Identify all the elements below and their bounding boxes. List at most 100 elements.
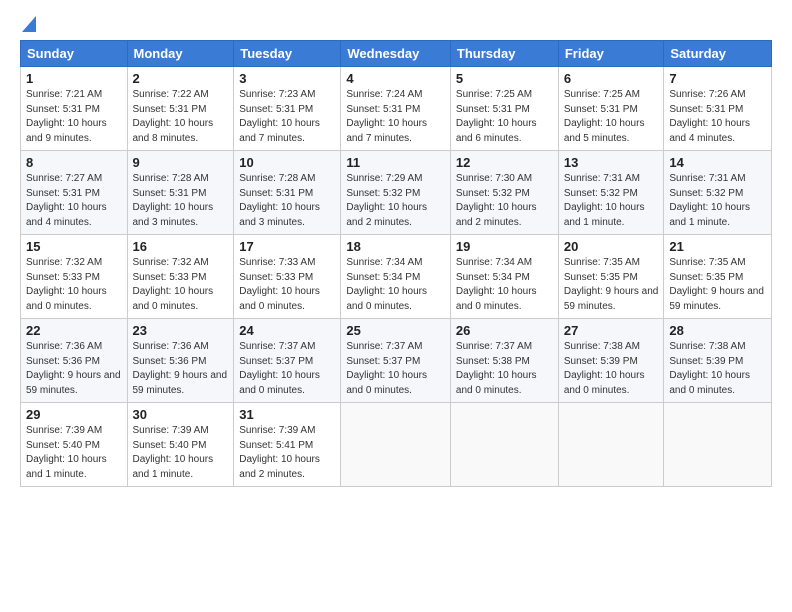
- calendar-cell: 25 Sunrise: 7:37 AMSunset: 5:37 PMDaylig…: [341, 319, 451, 403]
- sunrise-info: Sunrise: 7:23 AMSunset: 5:31 PMDaylight:…: [239, 89, 320, 144]
- calendar-cell: 31 Sunrise: 7:39 AMSunset: 5:41 PMDaylig…: [234, 403, 341, 487]
- day-number: 1: [26, 71, 122, 86]
- sunrise-info: Sunrise: 7:33 AMSunset: 5:33 PMDaylight:…: [239, 257, 320, 312]
- calendar-cell: 13 Sunrise: 7:31 AMSunset: 5:32 PMDaylig…: [558, 151, 664, 235]
- calendar-cell: 29 Sunrise: 7:39 AMSunset: 5:40 PMDaylig…: [21, 403, 128, 487]
- sunrise-info: Sunrise: 7:25 AMSunset: 5:31 PMDaylight:…: [456, 89, 537, 144]
- day-number: 23: [133, 323, 229, 338]
- calendar-cell: 19 Sunrise: 7:34 AMSunset: 5:34 PMDaylig…: [450, 235, 558, 319]
- sunrise-info: Sunrise: 7:28 AMSunset: 5:31 PMDaylight:…: [133, 173, 214, 228]
- calendar-cell: [664, 403, 772, 487]
- calendar-cell: 20 Sunrise: 7:35 AMSunset: 5:35 PMDaylig…: [558, 235, 664, 319]
- calendar-cell: 7 Sunrise: 7:26 AMSunset: 5:31 PMDayligh…: [664, 67, 772, 151]
- logo: [20, 16, 36, 34]
- day-number: 14: [669, 155, 766, 170]
- sunrise-info: Sunrise: 7:30 AMSunset: 5:32 PMDaylight:…: [456, 173, 537, 228]
- sunrise-info: Sunrise: 7:24 AMSunset: 5:31 PMDaylight:…: [346, 89, 427, 144]
- sunrise-info: Sunrise: 7:36 AMSunset: 5:36 PMDaylight:…: [133, 341, 228, 396]
- sunrise-info: Sunrise: 7:28 AMSunset: 5:31 PMDaylight:…: [239, 173, 320, 228]
- calendar-cell: [558, 403, 664, 487]
- logo-triangle-icon: [22, 16, 36, 32]
- calendar-cell: 9 Sunrise: 7:28 AMSunset: 5:31 PMDayligh…: [127, 151, 234, 235]
- weekday-header-saturday: Saturday: [664, 41, 772, 67]
- calendar-cell: 5 Sunrise: 7:25 AMSunset: 5:31 PMDayligh…: [450, 67, 558, 151]
- day-number: 15: [26, 239, 122, 254]
- calendar-cell: 17 Sunrise: 7:33 AMSunset: 5:33 PMDaylig…: [234, 235, 341, 319]
- weekday-header-monday: Monday: [127, 41, 234, 67]
- sunrise-info: Sunrise: 7:35 AMSunset: 5:35 PMDaylight:…: [564, 257, 659, 312]
- calendar-cell: 26 Sunrise: 7:37 AMSunset: 5:38 PMDaylig…: [450, 319, 558, 403]
- day-number: 2: [133, 71, 229, 86]
- calendar-cell: 16 Sunrise: 7:32 AMSunset: 5:33 PMDaylig…: [127, 235, 234, 319]
- calendar-page: SundayMondayTuesdayWednesdayThursdayFrid…: [0, 0, 792, 612]
- day-number: 28: [669, 323, 766, 338]
- day-number: 20: [564, 239, 659, 254]
- calendar-cell: 2 Sunrise: 7:22 AMSunset: 5:31 PMDayligh…: [127, 67, 234, 151]
- calendar-cell: 28 Sunrise: 7:38 AMSunset: 5:39 PMDaylig…: [664, 319, 772, 403]
- day-number: 3: [239, 71, 335, 86]
- sunrise-info: Sunrise: 7:27 AMSunset: 5:31 PMDaylight:…: [26, 173, 107, 228]
- day-number: 27: [564, 323, 659, 338]
- day-number: 30: [133, 407, 229, 422]
- calendar-week-row: 15 Sunrise: 7:32 AMSunset: 5:33 PMDaylig…: [21, 235, 772, 319]
- sunrise-info: Sunrise: 7:37 AMSunset: 5:38 PMDaylight:…: [456, 341, 537, 396]
- calendar-cell: 24 Sunrise: 7:37 AMSunset: 5:37 PMDaylig…: [234, 319, 341, 403]
- weekday-header-row: SundayMondayTuesdayWednesdayThursdayFrid…: [21, 41, 772, 67]
- calendar-cell: 11 Sunrise: 7:29 AMSunset: 5:32 PMDaylig…: [341, 151, 451, 235]
- sunrise-info: Sunrise: 7:35 AMSunset: 5:35 PMDaylight:…: [669, 257, 764, 312]
- day-number: 24: [239, 323, 335, 338]
- sunrise-info: Sunrise: 7:34 AMSunset: 5:34 PMDaylight:…: [456, 257, 537, 312]
- day-number: 12: [456, 155, 553, 170]
- day-number: 18: [346, 239, 445, 254]
- calendar-cell: 1 Sunrise: 7:21 AMSunset: 5:31 PMDayligh…: [21, 67, 128, 151]
- calendar-cell: 27 Sunrise: 7:38 AMSunset: 5:39 PMDaylig…: [558, 319, 664, 403]
- day-number: 7: [669, 71, 766, 86]
- weekday-header-tuesday: Tuesday: [234, 41, 341, 67]
- sunrise-info: Sunrise: 7:39 AMSunset: 5:41 PMDaylight:…: [239, 425, 320, 480]
- weekday-header-friday: Friday: [558, 41, 664, 67]
- sunrise-info: Sunrise: 7:29 AMSunset: 5:32 PMDaylight:…: [346, 173, 427, 228]
- day-number: 22: [26, 323, 122, 338]
- calendar-week-row: 22 Sunrise: 7:36 AMSunset: 5:36 PMDaylig…: [21, 319, 772, 403]
- weekday-header-thursday: Thursday: [450, 41, 558, 67]
- day-number: 21: [669, 239, 766, 254]
- day-number: 13: [564, 155, 659, 170]
- calendar-cell: 12 Sunrise: 7:30 AMSunset: 5:32 PMDaylig…: [450, 151, 558, 235]
- day-number: 5: [456, 71, 553, 86]
- sunrise-info: Sunrise: 7:39 AMSunset: 5:40 PMDaylight:…: [26, 425, 107, 480]
- sunrise-info: Sunrise: 7:38 AMSunset: 5:39 PMDaylight:…: [669, 341, 750, 396]
- calendar-cell: [341, 403, 451, 487]
- calendar-cell: 21 Sunrise: 7:35 AMSunset: 5:35 PMDaylig…: [664, 235, 772, 319]
- calendar-cell: 30 Sunrise: 7:39 AMSunset: 5:40 PMDaylig…: [127, 403, 234, 487]
- calendar-cell: 18 Sunrise: 7:34 AMSunset: 5:34 PMDaylig…: [341, 235, 451, 319]
- day-number: 8: [26, 155, 122, 170]
- sunrise-info: Sunrise: 7:26 AMSunset: 5:31 PMDaylight:…: [669, 89, 750, 144]
- day-number: 6: [564, 71, 659, 86]
- day-number: 19: [456, 239, 553, 254]
- sunrise-info: Sunrise: 7:31 AMSunset: 5:32 PMDaylight:…: [564, 173, 645, 228]
- calendar-cell: 14 Sunrise: 7:31 AMSunset: 5:32 PMDaylig…: [664, 151, 772, 235]
- calendar-cell: 8 Sunrise: 7:27 AMSunset: 5:31 PMDayligh…: [21, 151, 128, 235]
- day-number: 25: [346, 323, 445, 338]
- calendar-cell: 15 Sunrise: 7:32 AMSunset: 5:33 PMDaylig…: [21, 235, 128, 319]
- sunrise-info: Sunrise: 7:39 AMSunset: 5:40 PMDaylight:…: [133, 425, 214, 480]
- sunrise-info: Sunrise: 7:37 AMSunset: 5:37 PMDaylight:…: [239, 341, 320, 396]
- sunrise-info: Sunrise: 7:22 AMSunset: 5:31 PMDaylight:…: [133, 89, 214, 144]
- calendar-table: SundayMondayTuesdayWednesdayThursdayFrid…: [20, 40, 772, 487]
- calendar-cell: 10 Sunrise: 7:28 AMSunset: 5:31 PMDaylig…: [234, 151, 341, 235]
- calendar-cell: 6 Sunrise: 7:25 AMSunset: 5:31 PMDayligh…: [558, 67, 664, 151]
- calendar-cell: 22 Sunrise: 7:36 AMSunset: 5:36 PMDaylig…: [21, 319, 128, 403]
- calendar-cell: 23 Sunrise: 7:36 AMSunset: 5:36 PMDaylig…: [127, 319, 234, 403]
- sunrise-info: Sunrise: 7:21 AMSunset: 5:31 PMDaylight:…: [26, 89, 107, 144]
- calendar-cell: [450, 403, 558, 487]
- day-number: 9: [133, 155, 229, 170]
- day-number: 10: [239, 155, 335, 170]
- sunrise-info: Sunrise: 7:37 AMSunset: 5:37 PMDaylight:…: [346, 341, 427, 396]
- sunrise-info: Sunrise: 7:36 AMSunset: 5:36 PMDaylight:…: [26, 341, 121, 396]
- weekday-header-wednesday: Wednesday: [341, 41, 451, 67]
- weekday-header-sunday: Sunday: [21, 41, 128, 67]
- day-number: 16: [133, 239, 229, 254]
- sunrise-info: Sunrise: 7:25 AMSunset: 5:31 PMDaylight:…: [564, 89, 645, 144]
- calendar-cell: 4 Sunrise: 7:24 AMSunset: 5:31 PMDayligh…: [341, 67, 451, 151]
- header: [20, 16, 772, 34]
